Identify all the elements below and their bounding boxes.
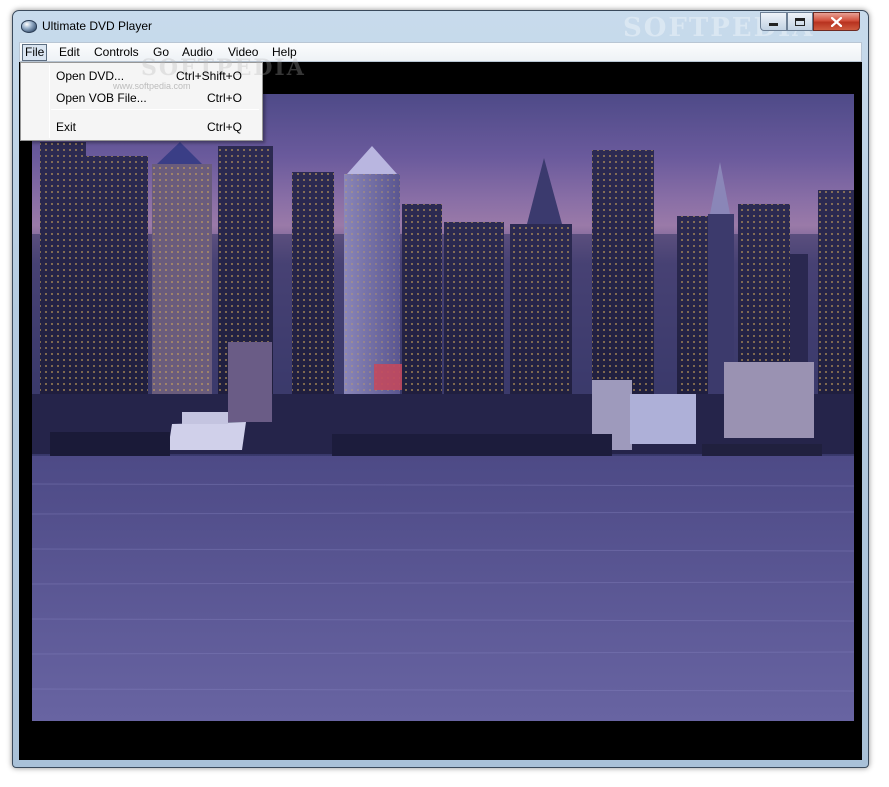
menu-item-open-dvd[interactable]: Open DVD... Ctrl+Shift+O [23, 65, 260, 85]
close-button[interactable] [813, 12, 860, 31]
file-menu-dropdown: SOFTPEDIA www.softpedia.com Open DVD... … [20, 55, 304, 141]
menu-file[interactable]: File [22, 44, 48, 61]
menu-controls[interactable]: Controls [91, 44, 142, 61]
menu-item-shortcut: Ctrl+O [206, 91, 242, 105]
video-display[interactable] [19, 62, 862, 760]
minimize-button[interactable] [760, 12, 787, 31]
close-icon [831, 16, 842, 27]
menu-item-shortcut: Ctrl+Q [206, 120, 242, 134]
menu-item-shortcut: Ctrl+Shift+O [175, 69, 242, 83]
menu-item-label: Exit [56, 120, 77, 134]
menu-separator [51, 109, 259, 110]
menu-edit[interactable]: Edit [56, 44, 83, 61]
menu-item-open-vob-file[interactable]: Open VOB File... Ctrl+O [23, 87, 260, 107]
menu-item-exit[interactable]: Exit Ctrl+Q [23, 116, 260, 136]
menu-item-label: Open DVD... [56, 69, 125, 83]
window-title: Ultimate DVD Player [42, 19, 153, 33]
title-bar[interactable]: Ultimate DVD Player SOFTPEDIA [13, 11, 868, 43]
maximize-button[interactable] [787, 12, 813, 31]
maximize-icon [795, 17, 805, 26]
city-skyline-image [32, 142, 854, 721]
menu-item-label: Open VOB File... [56, 91, 147, 105]
minimize-icon [769, 22, 778, 26]
dvd-disc-icon [21, 20, 37, 33]
video-frame [32, 94, 854, 721]
